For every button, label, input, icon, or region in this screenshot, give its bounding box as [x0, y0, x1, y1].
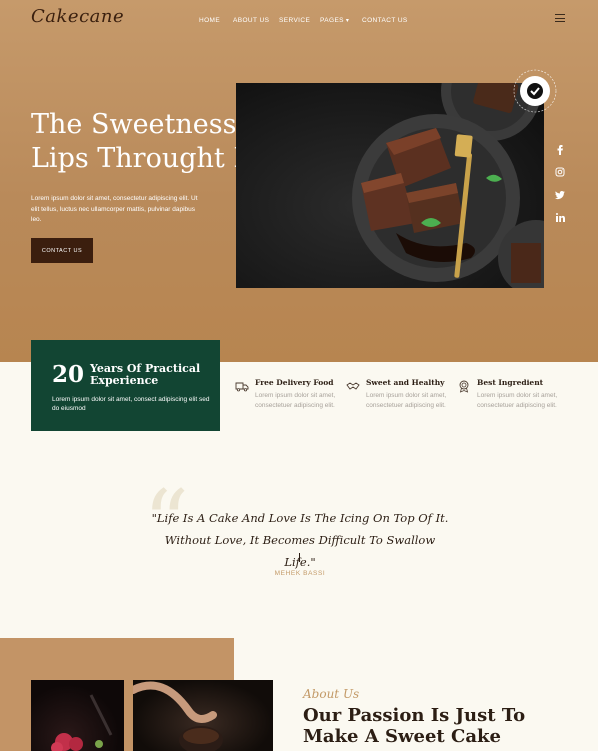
experience-description: Lorem ipsum dolor sit amet, consect adip… — [52, 396, 210, 412]
twitter-icon[interactable] — [553, 189, 567, 201]
about-image-cake — [31, 680, 124, 751]
testimonial-quote: "Life Is A Cake And Love Is The Icing On… — [151, 511, 449, 569]
nav-pages-label: PAGES — [320, 17, 344, 24]
about-title: Our Passion Is Just To Make A Sweet Cake — [303, 705, 526, 747]
nav-pages[interactable]: PAGES ▾ — [320, 17, 349, 24]
delivery-truck-icon — [235, 379, 249, 393]
instagram-icon[interactable] — [553, 166, 567, 178]
hero-cake-image — [236, 83, 544, 288]
feature-title: Free Delivery Food — [255, 378, 334, 387]
hamburger-icon[interactable] — [555, 14, 565, 23]
nav-contact-us[interactable]: CONTACT US — [362, 17, 408, 24]
feature-title: Sweet and Healthy — [366, 378, 445, 387]
chevron-down-icon: ▾ — [345, 18, 350, 24]
quality-badge — [512, 68, 558, 114]
contact-us-button[interactable]: CONTACT US — [31, 238, 93, 263]
feature-description: Lorem ipsum dolor sit amet, consectetuer… — [255, 392, 336, 409]
experience-card: 20 Years Of Practical Experience Lorem i… — [31, 340, 220, 431]
about-image-hands — [133, 680, 273, 751]
nav-about-us[interactable]: ABOUT US — [233, 17, 269, 24]
quote-divider — [299, 553, 300, 562]
about-tag: About Us — [303, 687, 360, 701]
feature-title: Best Ingredient — [477, 378, 544, 387]
brand-logo[interactable]: Cakecane — [31, 6, 124, 27]
experience-years: 20 — [52, 361, 85, 388]
award-icon — [457, 379, 471, 393]
facebook-icon[interactable] — [553, 144, 567, 156]
experience-label: Years Of Practical Experience — [90, 362, 201, 387]
handshake-icon — [346, 379, 360, 393]
testimonial-author: MEHEK BASSI — [274, 570, 326, 577]
nav-home[interactable]: HOME — [199, 17, 220, 24]
hero-description: Lorem ipsum dolor sit amet, consectetur … — [31, 195, 198, 223]
nav-service[interactable]: SERVICE — [279, 17, 310, 24]
feature-description: Lorem ipsum dolor sit amet, consectetuer… — [477, 392, 558, 409]
linkedin-icon[interactable] — [553, 211, 567, 223]
feature-description: Lorem ipsum dolor sit amet, consectetuer… — [366, 392, 447, 409]
